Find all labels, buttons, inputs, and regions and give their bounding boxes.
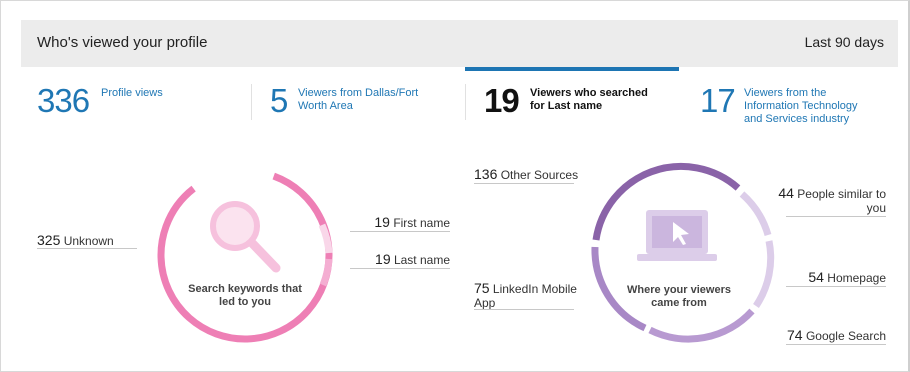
keywords-center-label: Search keywords that led to you <box>188 283 302 308</box>
donut-segment-people-similar <box>739 191 772 237</box>
leader-line <box>786 286 886 287</box>
sources-center-label: Where your viewers came from <box>627 284 731 309</box>
leader-line <box>37 248 137 249</box>
keyword-item-last-name: 19 Last name <box>375 251 450 267</box>
keywords-donut <box>157 167 333 343</box>
donut-charts <box>157 162 775 343</box>
keyword-item-first-name: 19 First name <box>374 214 450 230</box>
donut-segment-google-search <box>648 308 755 343</box>
magnifier-icon <box>210 201 281 273</box>
keyword-item-unknown: 325 Unknown <box>37 232 114 248</box>
source-item-google-search: 74 Google Search <box>787 327 886 343</box>
leader-line <box>474 309 574 310</box>
leader-line <box>786 216 886 217</box>
source-item-homepage: 54 Homepage <box>808 269 886 285</box>
leader-line <box>786 344 886 345</box>
source-item-people-similar: 44 People similar to you <box>778 185 886 215</box>
leader-line <box>350 231 450 232</box>
donut-segment-homepage <box>753 240 775 308</box>
donut-segment-last-name <box>319 258 333 287</box>
donut-segment-unknown <box>157 167 333 343</box>
source-item-mobile-app: 75 LinkedIn Mobile App <box>474 280 577 310</box>
leader-line <box>350 268 450 269</box>
source-item-other: 136 Other Sources <box>474 166 579 182</box>
laptop-icon <box>637 210 717 261</box>
leader-line <box>474 183 574 184</box>
